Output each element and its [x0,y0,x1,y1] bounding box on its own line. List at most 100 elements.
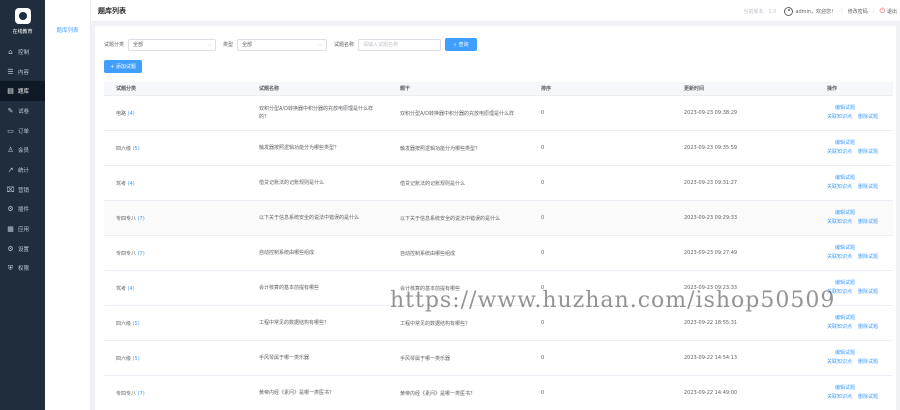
sidebar-item-home[interactable]: ⌂ 控制 [0,42,45,62]
delete-question-link[interactable]: 删除试题 [858,393,878,402]
category-select[interactable]: 全部 ⌵ [128,38,217,51]
delete-question-link[interactable]: 删除试题 [858,113,878,122]
category-count[interactable]: (4) [128,181,135,187]
related-knowledge-link[interactable]: 关联知识点 [827,288,852,297]
delete-question-link[interactable]: 删除试题 [858,288,878,297]
delete-question-link[interactable]: 删除试题 [858,218,878,227]
related-knowledge-link[interactable]: 关联知识点 [827,148,852,157]
edit-question-link[interactable]: 编辑试题 [835,244,855,253]
related-knowledge-link[interactable]: 关联知识点 [827,323,852,332]
sort-cell: 0 [541,180,545,186]
category-text: 专四专八 [116,250,137,257]
add-question-button[interactable]: + 添加试题 [104,60,142,73]
category-count[interactable]: (5) [133,146,140,152]
sidebar-item-list[interactable]: ☰ 内容 [0,62,45,82]
chevron-down-icon: ⌵ [318,41,323,48]
category-count[interactable]: (7) [138,216,145,222]
question-table: 试题分类 试题名称 题干 排序 更新时间 操作 电路 (4) 双积分型A/D转换器中积分器的… [104,82,893,410]
type-select[interactable]: 全部 ⌵ [237,38,328,51]
edit-question-link[interactable]: 编辑试题 [835,104,855,113]
related-knowledge-link[interactable]: 关联知识点 [827,218,852,227]
search-button[interactable]: ⌕ 查询 [445,38,478,51]
sort-cell: 0 [541,355,545,361]
delete-question-link[interactable]: 删除试题 [858,148,878,157]
sidebar-item-shield[interactable]: ⛨ 权限 [0,259,45,279]
related-knowledge-link[interactable]: 关联知识点 [827,358,852,367]
sidebar-item-user[interactable]: ♙ 会员 [0,140,45,160]
table-row: 电路 (4) 双积分型A/D转换器中积分器的充放电原理是什么样的？ 双积分型A/D转… [104,96,893,131]
sort-cell: 0 [541,215,545,221]
sidebar-item-shop[interactable]: ⌧ 营销 [0,180,45,200]
filter-bar: 试题分类 全部 ⌵ 类型 全部 ⌵ 试题名称 请输入试题名称 ⌕ 查询 [104,38,478,51]
delete-question-link[interactable]: 删除试题 [858,358,878,367]
sidebar-item-plugin[interactable]: ⚙ 插件 [0,200,45,220]
edit-question-link[interactable]: 编辑试题 [835,384,855,393]
question-stem-cell: 触发器按照逻辑功能分为哪些类型？ [388,145,529,152]
category-count[interactable]: (7) [138,391,145,397]
question-name-input[interactable]: 请输入试题名称 [358,38,442,51]
sidebar-item-settings[interactable]: ⚙ 设置 [0,239,45,259]
question-stem-cell: 以下关于信息系统安全的说法中错误的是什么 [388,215,529,222]
brand[interactable]: 在线教育 [0,0,45,42]
related-knowledge-link[interactable]: 关联知识点 [827,183,852,192]
table-row: 专四专八 (7) 以下关于信息系统安全的说法中错误的是什么 以下关于信息系统安全的说… [104,201,893,236]
question-name-cell: 黄帝内经《素问》是哪一类医书？ [259,390,335,396]
divider: | [872,8,875,14]
table-header: 试题分类 试题名称 题干 排序 更新时间 操作 [104,82,893,96]
sidebar-item-label: 统计 [18,167,30,174]
sidebar-item-book[interactable]: ▤ 题库 [0,81,45,102]
delete-question-link[interactable]: 删除试题 [858,323,878,332]
change-password-link[interactable]: 修改密码 [848,8,868,15]
edit-question-link[interactable]: 编辑试题 [835,209,855,218]
sort-cell: 0 [541,285,545,291]
category-count[interactable]: (7) [138,251,145,257]
category-text: 驾考 [116,180,127,187]
search-icon: ⌕ [453,41,457,48]
delete-question-link[interactable]: 删除试题 [858,183,878,192]
category-count[interactable]: (5) [133,356,140,362]
category-count[interactable]: (5) [133,321,140,327]
question-name-cell: 工程中常见的数据结构有哪些？ [259,320,330,326]
question-stem-cell: 手风琴属于哪一类乐器 [388,355,529,362]
table-row: 四六级 (5) 手风琴属于哪一类乐器 手风琴属于哪一类乐器 0 2023-09-22 1… [104,341,893,376]
edit-question-link[interactable]: 编辑试题 [835,279,855,288]
delete-question-link[interactable]: 删除试题 [858,253,878,262]
edit-question-link[interactable]: 编辑试题 [835,174,855,183]
sidebar-item-app[interactable]: ▦ 应用 [0,219,45,239]
sidebar-item-order[interactable]: ▭ 订单 [0,121,45,141]
sort-cell: 0 [541,110,545,116]
sidebar-item-label: 营销 [18,187,30,194]
sidebar-item-exam[interactable]: ✎ 试卷 [0,101,45,121]
related-knowledge-link[interactable]: 关联知识点 [827,113,852,122]
user-icon: ♙ [7,146,14,155]
sort-cell: 0 [541,250,545,256]
related-knowledge-link[interactable]: 关联知识点 [827,253,852,262]
logout-link[interactable]: 退出 [887,8,897,15]
ops-line: 关联知识点 删除试题 [827,393,878,402]
related-knowledge-link[interactable]: 关联知识点 [827,393,852,402]
column-header: 操作 [827,86,838,92]
operations: 编辑试题 关联知识点 删除试题 [827,139,893,157]
power-icon[interactable]: ⏻ [879,7,885,16]
question-stem-cell: 借贷记账法的记账规则是什么 [388,180,529,187]
table-row: 驾考 (4) 会计核算的基本前提有哪些 会计核算的基本前提有哪些 0 2023-09-2… [104,271,893,306]
sidebar-item-label: 试卷 [18,108,30,115]
category-text: 驾考 [116,285,127,292]
update-time-cell: 2023-09-23 09:23:33 [684,285,738,291]
sidebar-item-label: 应用 [18,227,30,234]
category-count[interactable]: (4) [128,111,135,117]
divider: | [841,8,843,14]
submenu-item-question-list[interactable]: 题库列表 [45,25,90,37]
edit-question-link[interactable]: 编辑试题 [835,314,855,323]
category-filter-label: 试题分类 [104,42,125,48]
edit-question-link[interactable]: 编辑试题 [835,139,855,148]
greeting-text: admin，欢迎您！ [795,8,837,15]
category-count[interactable]: (4) [128,286,135,292]
chart-icon: ↗ [7,165,14,174]
ops-line: 关联知识点 删除试题 [827,148,878,157]
book-icon: ▤ [7,87,14,96]
question-stem-cell: 工程中常见的数据结构有哪些？ [388,320,529,327]
edit-question-link[interactable]: 编辑试题 [835,349,855,358]
category-text: 专四专八 [116,215,137,222]
sidebar-item-chart[interactable]: ↗ 统计 [0,160,45,180]
